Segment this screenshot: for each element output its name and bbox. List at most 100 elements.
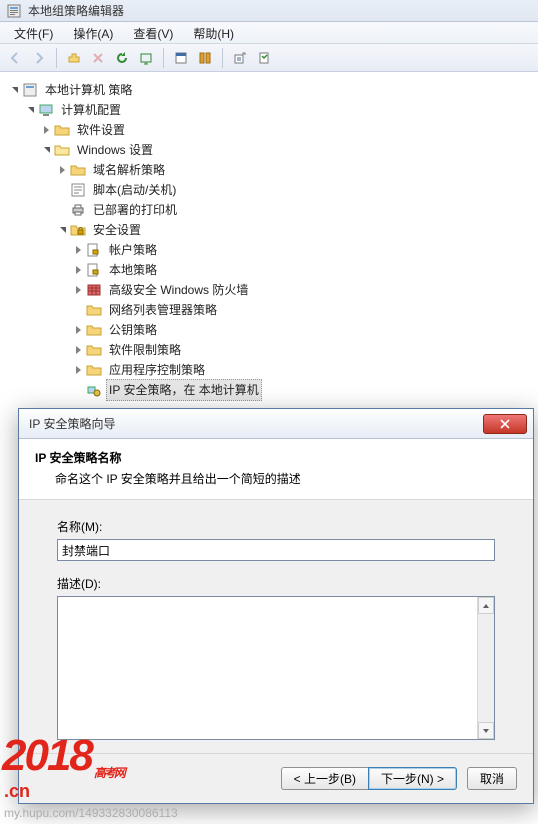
expand-icon[interactable]	[72, 244, 84, 256]
forward-button[interactable]	[28, 47, 50, 69]
app-icon	[6, 3, 22, 19]
expand-icon[interactable]	[40, 144, 52, 156]
tree-label: 脚本(启动/关机)	[90, 179, 179, 201]
expand-icon[interactable]	[72, 344, 84, 356]
dialog-title: IP 安全策略向导	[29, 415, 483, 432]
tree-label: 帐户策略	[106, 239, 160, 261]
titlebar: 本地组策略编辑器	[0, 0, 538, 22]
folder-open-icon	[54, 142, 70, 158]
export-button[interactable]	[135, 47, 157, 69]
tree-windows-settings[interactable]: Windows 设置	[4, 140, 534, 160]
tree-label: 高级安全 Windows 防火墙	[106, 279, 251, 301]
filter-button[interactable]	[194, 47, 216, 69]
tree-label: 域名解析策略	[90, 159, 168, 181]
scroll-up-icon[interactable]	[478, 597, 494, 614]
toolbar-separator	[56, 48, 57, 68]
nav-button-group: < 上一步(B) 下一步(N) >	[281, 767, 457, 790]
tree-label: 软件限制策略	[106, 339, 184, 361]
tree-account-policies[interactable]: 帐户策略	[4, 240, 534, 260]
firewall-icon	[86, 282, 102, 298]
expand-icon[interactable]	[72, 284, 84, 296]
tree-public-key[interactable]: 公钥策略	[4, 320, 534, 340]
scrollbar[interactable]	[477, 597, 494, 739]
close-button[interactable]	[483, 414, 527, 434]
menu-file[interactable]: 文件(F)	[4, 22, 63, 43]
back-button[interactable]	[4, 47, 26, 69]
description-label: 描述(D):	[57, 575, 495, 592]
dialog-subheading: 命名这个 IP 安全策略并且给出一个简短的描述	[35, 470, 517, 487]
source-url: my.hupu.com/149332830086113	[4, 806, 178, 820]
refresh-button[interactable]	[111, 47, 133, 69]
cancel-button[interactable]: 取消	[467, 767, 517, 790]
expand-icon[interactable]	[56, 224, 68, 236]
tree-software-restriction[interactable]: 软件限制策略	[4, 340, 534, 360]
toolbar	[0, 44, 538, 72]
script-icon	[70, 182, 86, 198]
scroll-down-icon[interactable]	[478, 722, 494, 739]
manage-button[interactable]	[229, 47, 251, 69]
tree-local-policies[interactable]: 本地策略	[4, 260, 534, 280]
name-input[interactable]	[57, 539, 495, 561]
toolbar-separator	[163, 48, 164, 68]
folder-icon	[86, 342, 102, 358]
menubar: 文件(F) 操作(A) 查看(V) 帮助(H)	[0, 22, 538, 44]
expand-icon[interactable]	[72, 364, 84, 376]
folder-icon	[54, 122, 70, 138]
tree-scripts[interactable]: 脚本(启动/关机)	[4, 180, 534, 200]
tree-label: 网络列表管理器策略	[106, 299, 220, 321]
expand-icon[interactable]	[8, 84, 20, 96]
tree-label: 计算机配置	[58, 99, 124, 121]
folder-icon	[86, 362, 102, 378]
tree-app-control[interactable]: 应用程序控制策略	[4, 360, 534, 380]
ipsec-wizard-dialog: IP 安全策略向导 IP 安全策略名称 命名这个 IP 安全策略并且给出一个简短…	[18, 408, 534, 804]
delete-button[interactable]	[87, 47, 109, 69]
toolbar-separator	[222, 48, 223, 68]
tree-software-settings[interactable]: 软件设置	[4, 120, 534, 140]
back-button[interactable]: < 上一步(B)	[281, 767, 368, 790]
tree-name-resolution[interactable]: 域名解析策略	[4, 160, 534, 180]
dialog-footer: < 上一步(B) 下一步(N) > 取消	[19, 753, 533, 803]
tree-deployed-printers[interactable]: 已部署的打印机	[4, 200, 534, 220]
properties-button[interactable]	[170, 47, 192, 69]
policy-icon	[86, 242, 102, 258]
tree-label: 已部署的打印机	[90, 199, 180, 221]
menu-action[interactable]: 操作(A)	[63, 22, 123, 43]
dialog-header: IP 安全策略名称 命名这个 IP 安全策略并且给出一个简短的描述	[19, 439, 533, 500]
tree-ipsec[interactable]: IP 安全策略，在 本地计算机	[4, 380, 534, 400]
tree-label: 应用程序控制策略	[106, 359, 208, 381]
doc-icon	[22, 82, 38, 98]
expand-icon[interactable]	[56, 164, 68, 176]
ipsec-icon	[86, 382, 102, 398]
tree-label: 本地计算机 策略	[42, 79, 135, 101]
console-tree[interactable]: 本地计算机 策略 计算机配置 软件设置 Windows 设置 域名解析策略 脚本…	[0, 72, 538, 408]
expand-icon[interactable]	[72, 324, 84, 336]
menu-view[interactable]: 查看(V)	[123, 22, 183, 43]
dialog-heading: IP 安全策略名称	[35, 449, 517, 466]
assign-button[interactable]	[253, 47, 275, 69]
folder-icon	[86, 302, 102, 318]
tree-label: IP 安全策略，在 本地计算机	[106, 379, 262, 401]
expand-icon[interactable]	[24, 104, 36, 116]
tree-wfas[interactable]: 高级安全 Windows 防火墙	[4, 280, 534, 300]
dialog-titlebar[interactable]: IP 安全策略向导	[19, 409, 533, 439]
expand-icon[interactable]	[72, 264, 84, 276]
tree-root[interactable]: 本地计算机 策略	[4, 80, 534, 100]
name-label: 名称(M):	[57, 518, 495, 535]
tree-label: 安全设置	[90, 219, 144, 241]
folder-icon	[70, 162, 86, 178]
next-button[interactable]: 下一步(N) >	[368, 767, 457, 790]
up-button[interactable]	[63, 47, 85, 69]
tree-nlm[interactable]: 网络列表管理器策略	[4, 300, 534, 320]
description-textarea[interactable]	[58, 597, 477, 739]
tree-label: 公钥策略	[106, 319, 160, 341]
printer-icon	[70, 202, 86, 218]
tree-label: 本地策略	[106, 259, 160, 281]
policy-icon	[86, 262, 102, 278]
tree-computer-config[interactable]: 计算机配置	[4, 100, 534, 120]
menu-help[interactable]: 帮助(H)	[183, 22, 244, 43]
expand-icon[interactable]	[40, 124, 52, 136]
description-wrap	[57, 596, 495, 740]
tree-label: Windows 设置	[74, 139, 156, 161]
tree-security-settings[interactable]: 安全设置	[4, 220, 534, 240]
computer-icon	[38, 102, 54, 118]
